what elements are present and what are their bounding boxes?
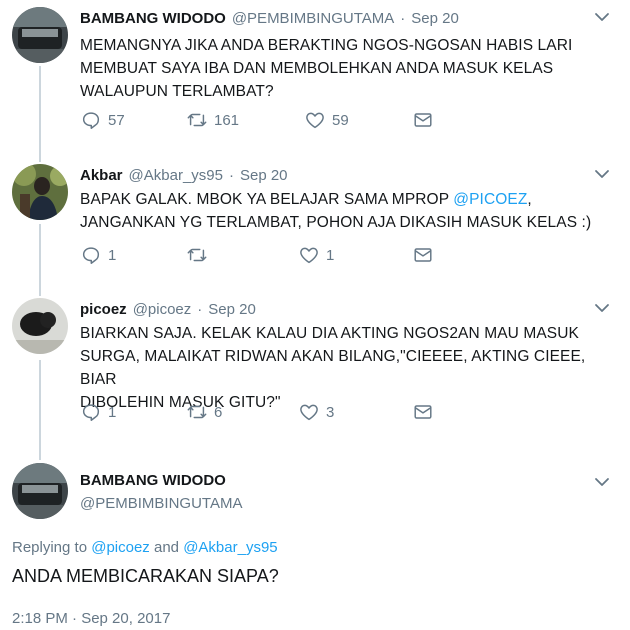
retweet-count: 6: [214, 403, 223, 421]
reply-count: 1: [108, 403, 117, 421]
tweet-text: BAPAK GALAK. MBOK YA BELAJAR SAMA MPROP …: [80, 188, 612, 234]
heart-icon: [306, 112, 324, 129]
tweet-text-line: MEMBUAT SAYA IBA DAN MEMBOLEHKAN ANDA MA…: [80, 60, 554, 77]
reply-icon: [82, 404, 100, 421]
chevron-down-icon[interactable]: [594, 11, 610, 23]
tweet-actions: 1 1: [80, 243, 460, 267]
main-tweet-text: ANDA MEMBICARAKAN SIAPA?: [12, 566, 279, 586]
avatar[interactable]: [12, 7, 68, 63]
like-count: 3: [326, 403, 335, 421]
replying-to-label: and: [149, 539, 184, 556]
reply-icon: [82, 247, 100, 264]
display-name[interactable]: BAMBANG WIDODO: [80, 472, 242, 489]
handle[interactable]: @Akbar_ys95: [129, 167, 223, 184]
like-button[interactable]: 59: [304, 108, 349, 132]
tweet-actions: 57 161 59: [80, 108, 460, 132]
retweet-button[interactable]: 6: [186, 400, 222, 424]
tweet-text-line: SURGA, MALAIKAT RIDWAN AKAN BILANG,"CIEE…: [80, 348, 586, 388]
tweet-text: MEMANGNYA JIKA ANDA BERAKTING NGOS-NGOSA…: [80, 34, 612, 103]
tweet-text-line: JANGANKAN YG TERLAMBAT, POHON AJA DIKASI…: [80, 214, 592, 231]
reply-button[interactable]: 1: [80, 243, 116, 267]
like-count: 59: [332, 111, 349, 129]
separator-dot: ·: [228, 166, 234, 184]
tweet-text-line: BAPAK GALAK. MBOK YA BELAJAR SAMA MPROP …: [80, 188, 612, 211]
reply-icon: [82, 112, 100, 129]
tweet-text-line: MEMANGNYA JIKA ANDA BERAKTING NGOS-NGOSA…: [80, 37, 573, 54]
chevron-down-icon[interactable]: [594, 168, 610, 180]
reply-count: 57: [108, 111, 125, 129]
like-count: 1: [326, 246, 335, 264]
retweet-icon: [187, 405, 207, 419]
tweet-timestamp[interactable]: 2:18 PM · Sep 20, 2017: [12, 610, 170, 627]
reply-button[interactable]: 1: [80, 400, 116, 424]
mention-link[interactable]: @PICOEZ: [453, 191, 527, 208]
avatar[interactable]: [12, 164, 68, 220]
chevron-down-icon[interactable]: [594, 476, 610, 488]
direct-message-button[interactable]: [412, 243, 434, 267]
heart-icon: [300, 404, 318, 421]
avatar[interactable]: [12, 298, 68, 354]
replying-to-label: Replying to: [12, 539, 92, 556]
thread-line: [39, 360, 41, 460]
tweet-date[interactable]: Sep 20: [411, 10, 459, 27]
tweet-text-line: WALAUPUN TERLAMBAT?: [80, 83, 274, 100]
thread-line: [39, 66, 41, 162]
direct-message-button[interactable]: [412, 108, 434, 132]
handle[interactable]: @PEMBIMBINGUTAMA: [232, 10, 394, 27]
retweet-count: 161: [214, 111, 240, 129]
retweet-button[interactable]: [186, 243, 214, 267]
like-button[interactable]: 1: [298, 243, 334, 267]
retweet-icon: [187, 248, 207, 262]
avatar[interactable]: [12, 463, 68, 519]
thread-line: [39, 224, 41, 296]
tweet-date[interactable]: Sep 20: [240, 167, 288, 184]
envelope-icon: [414, 405, 432, 419]
separator-dot: ·: [197, 300, 203, 318]
replying-to: Replying to @picoez and @Akbar_ys95: [12, 539, 278, 556]
envelope-icon: [414, 248, 432, 262]
tweet-date[interactable]: Sep 20: [208, 301, 256, 318]
retweet-button[interactable]: 161: [186, 108, 239, 132]
handle[interactable]: @picoez: [133, 301, 192, 318]
tweet-actions: 1 6 3: [80, 400, 460, 424]
display-name[interactable]: BAMBANG WIDODO: [80, 10, 226, 27]
separator-dot: ·: [400, 9, 406, 27]
reply-button[interactable]: 57: [80, 108, 125, 132]
display-name[interactable]: Akbar: [80, 167, 123, 184]
heart-icon: [300, 247, 318, 264]
direct-message-button[interactable]: [412, 400, 434, 424]
mention-link[interactable]: @picoez: [91, 539, 150, 556]
mention-link[interactable]: @Akbar_ys95: [183, 539, 277, 556]
chevron-down-icon[interactable]: [594, 302, 610, 314]
tweet-text-segment: ,: [527, 191, 532, 208]
reply-count: 1: [108, 246, 117, 264]
display-name[interactable]: picoez: [80, 301, 127, 318]
tweet-text-segment: BAPAK GALAK. MBOK YA BELAJAR SAMA MPROP: [80, 191, 454, 208]
tweet-text-line: BIARKAN SAJA. KELAK KALAU DIA AKTING NGO…: [80, 325, 579, 342]
retweet-icon: [187, 113, 207, 127]
like-button[interactable]: 3: [298, 400, 334, 424]
envelope-icon: [414, 113, 432, 127]
handle[interactable]: @PEMBIMBINGUTAMA: [80, 495, 242, 512]
